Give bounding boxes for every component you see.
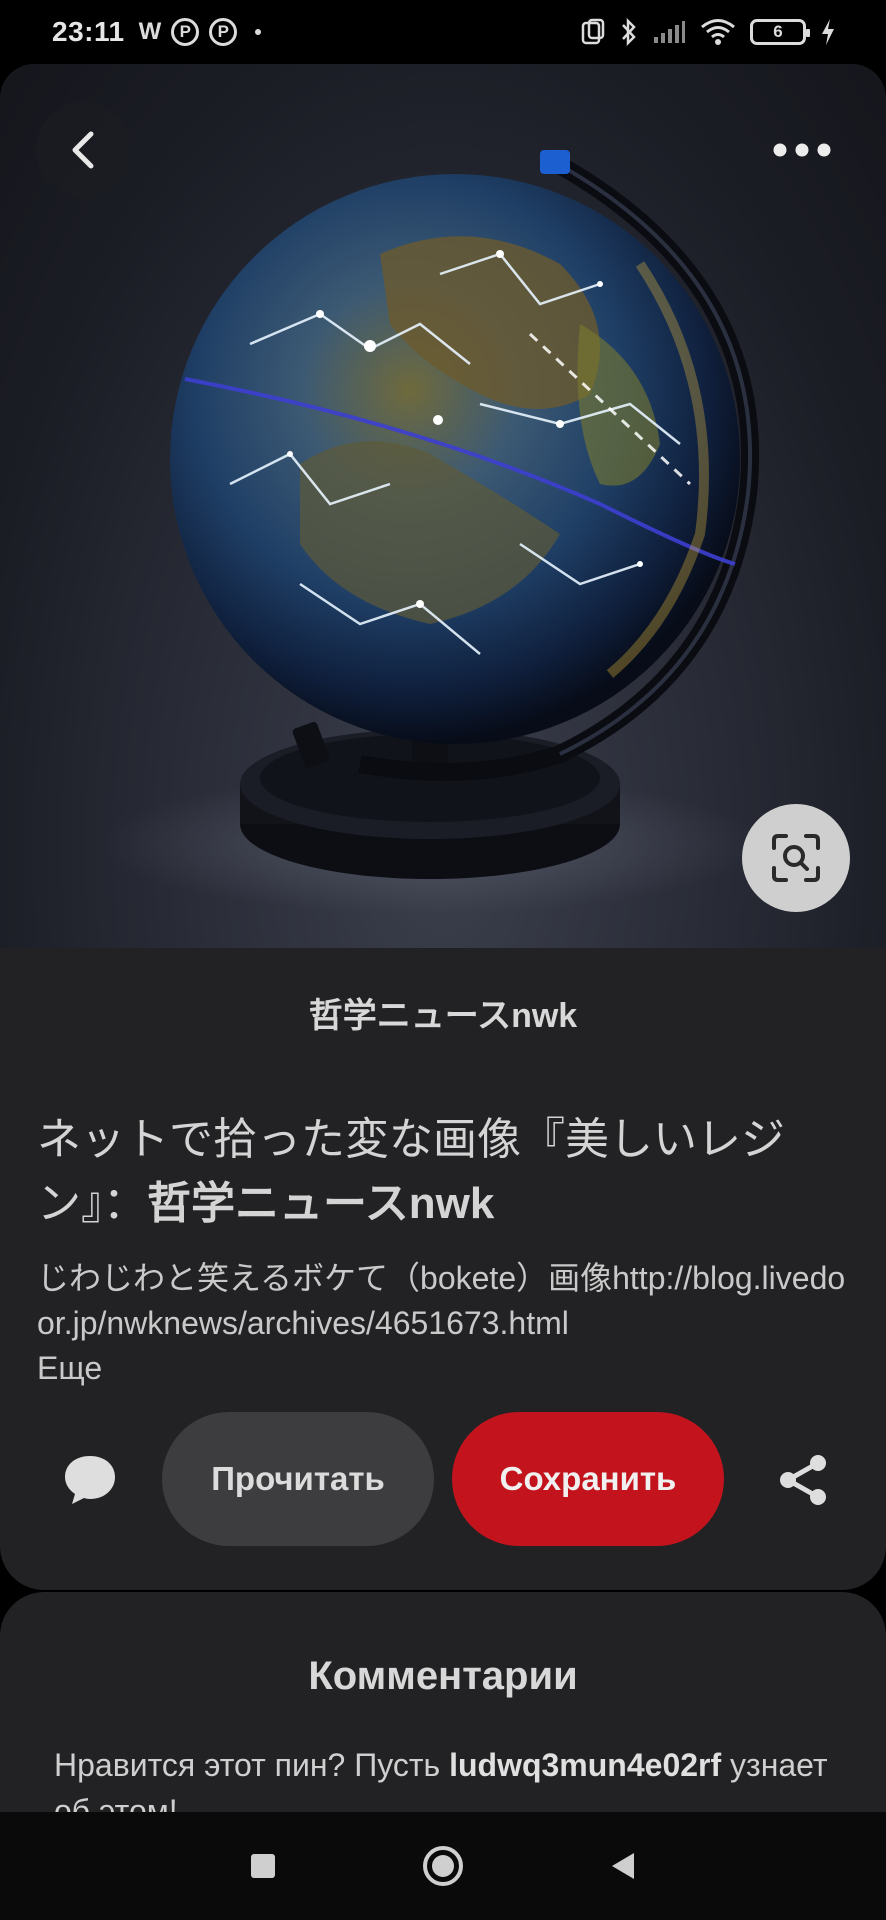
pin-title-source: 哲学ニュースnwk <box>147 1179 495 1228</box>
nfc-icon <box>581 18 605 45</box>
charging-icon <box>822 19 834 45</box>
triangle-back-icon <box>612 1853 634 1879</box>
more-notifications-icon <box>255 29 262 35</box>
more-options-button[interactable] <box>754 102 850 198</box>
pin-info-card: 哲学ニュースnwk ネットで拾った変な画像『美しいレジン』：哲学ニュースnwk … <box>0 948 886 1590</box>
pin-source-name[interactable]: 哲学ニュースnwk <box>0 988 886 1037</box>
comments-prompt-prefix: Нравится этот пин? Пусть <box>54 1747 450 1783</box>
share-button[interactable] <box>762 1438 846 1522</box>
comments-title: Комментарии <box>308 1654 578 1698</box>
comment-button[interactable] <box>48 1438 132 1522</box>
pinterest-icon: P <box>171 18 200 46</box>
comment-bubble-icon <box>65 1456 115 1504</box>
square-icon <box>251 1854 275 1878</box>
battery-icon: 6 <box>750 19 810 45</box>
pin-title: ネットで拾った変な画像『美しいレジン』：哲学ニュースnwk <box>37 1108 837 1236</box>
lens-search-icon <box>772 834 820 882</box>
share-icon <box>780 1455 826 1505</box>
notification-icons: W P P <box>139 18 262 46</box>
chevron-left-icon <box>72 131 94 169</box>
comments-section: Комментарии Нравится этот пин? Пусть lud… <box>0 1592 886 1828</box>
pin-image[interactable] <box>0 64 886 948</box>
more-dots-icon <box>773 143 831 157</box>
pin-actions: Прочитать Сохранить <box>0 1412 886 1548</box>
signal-icon <box>654 21 685 43</box>
system-icons: 6 <box>580 17 836 47</box>
status-time: 23:11 <box>52 16 125 47</box>
w-app-icon: W <box>138 18 162 45</box>
home-button[interactable] <box>413 1836 473 1896</box>
system-nav-bar <box>0 1812 886 1920</box>
pin-description: じわじわと笑えるボケて（bokete）画像http://blog.livedoo… <box>37 1256 857 1391</box>
status-bar: 23:11 W P P 6 <box>0 0 886 64</box>
wifi-icon <box>701 19 735 45</box>
pin-description-text: じわじわと笑えるボケて（bokete）画像http://blog.livedoo… <box>37 1260 846 1341</box>
recents-button[interactable] <box>233 1836 293 1896</box>
back-nav-button[interactable] <box>593 1836 653 1896</box>
battery-level: 6 <box>773 22 783 41</box>
circle-icon <box>423 1846 463 1886</box>
comments-username[interactable]: ludwq3mun4e02rf <box>449 1747 721 1783</box>
illuminated-globe-image <box>100 150 760 914</box>
visual-search-button[interactable] <box>742 804 850 912</box>
bluetooth-icon <box>622 17 636 47</box>
read-button[interactable]: Прочитать <box>162 1412 434 1546</box>
save-button[interactable]: Сохранить <box>452 1412 724 1546</box>
pinterest-icon: P <box>209 18 238 46</box>
show-more-link[interactable]: Еще <box>37 1346 857 1391</box>
back-button[interactable] <box>36 102 132 198</box>
